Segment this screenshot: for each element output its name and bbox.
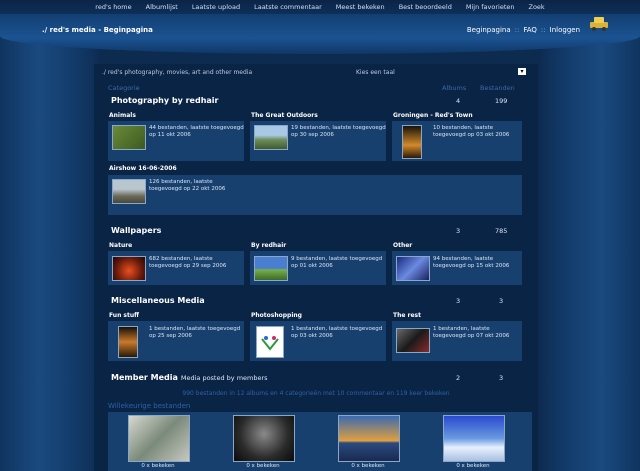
- language-select-label[interactable]: Kies een taal: [356, 69, 395, 76]
- category-name-fun-stuff[interactable]: Fun stuff: [109, 312, 139, 319]
- section-title-text: Photography by redhair: [111, 96, 219, 105]
- link-separator: ::: [514, 26, 520, 34]
- thumbnail-image[interactable]: [254, 125, 288, 150]
- chevron-down-icon[interactable]: ▾: [518, 68, 526, 75]
- category-info: 9 bestanden, laatste toegevoegd op 01 ok…: [291, 256, 383, 269]
- category-info: 1 bestanden, laatste toegevoegd op 25 se…: [149, 326, 241, 339]
- site-logo: [590, 17, 608, 31]
- thumbnail-image[interactable]: [112, 179, 146, 204]
- category-name-outdoors[interactable]: The Great Outdoors: [251, 112, 318, 119]
- gallery-caption: 0 x bekeken: [351, 463, 385, 469]
- gallery-caption: 0 x bekeken: [456, 463, 490, 469]
- nav-album-list[interactable]: Albumlijst: [146, 0, 178, 14]
- category-name-groningen[interactable]: Groningen - Red's Town: [393, 112, 473, 119]
- section-files-count: 3: [499, 374, 504, 382]
- nav-most-viewed[interactable]: Meest bekeken: [336, 0, 385, 14]
- section-albums-count: 3: [456, 297, 461, 305]
- thumbnail-image[interactable]: [112, 256, 146, 281]
- thumbnail-image[interactable]: [256, 326, 284, 358]
- gallery-caption: 0 x bekeken: [246, 463, 280, 469]
- section-albums-count: 3: [456, 227, 461, 235]
- section-title-wallpapers[interactable]: Wallpapers: [111, 226, 161, 235]
- stats-line: 990 bestanden in 12 albums en 4 categori…: [182, 390, 450, 397]
- breadcrumb-text[interactable]: ./ red's photography, movies, art and ot…: [102, 69, 252, 76]
- column-header-albums: Albums: [442, 84, 467, 92]
- breadcrumb: ./ red's photography, movies, art and ot…: [94, 67, 538, 77]
- gallery-thumbnail[interactable]: [338, 415, 400, 462]
- category-info: 19 bestanden, laatste toegevoegd op 30 s…: [291, 125, 386, 138]
- section-title-text: Member Media: [111, 373, 178, 382]
- nav-last-comments[interactable]: Laatste commentaar: [254, 0, 322, 14]
- category-info: 682 bestanden, laatste toegevoegd op 29 …: [149, 256, 227, 269]
- category-name-other[interactable]: Other: [393, 242, 412, 249]
- section-albums-count: 4: [456, 97, 461, 105]
- section-title-text: Wallpapers: [111, 226, 162, 235]
- top-nav: red's home Albumlijst Laatste upload Laa…: [0, 0, 640, 14]
- category-name-photoshopping[interactable]: Photoshopping: [251, 312, 302, 319]
- section-subtitle: Media posted by members: [180, 374, 268, 382]
- section-title-text: Miscellaneous Media: [111, 296, 205, 305]
- category-name-the-rest[interactable]: The rest: [393, 312, 421, 319]
- nav-last-upload[interactable]: Laatste upload: [192, 0, 240, 14]
- section-title-misc[interactable]: Miscellaneous Media: [111, 296, 205, 305]
- category-info: 126 bestanden, laatste toegevoegd op 22 …: [149, 179, 226, 192]
- category-name-airshow[interactable]: Airshow 16-06-2006: [109, 165, 177, 172]
- category-info: 10 bestanden, laatste toegevoegd op 03 o…: [433, 125, 510, 138]
- thumbnail-image[interactable]: [396, 256, 430, 281]
- link-login[interactable]: Inloggen: [550, 26, 580, 34]
- column-header-category: Categorie: [108, 84, 140, 92]
- nav-search[interactable]: Zoek: [529, 0, 545, 14]
- link-faq[interactable]: FAQ: [523, 26, 537, 34]
- thumbnail-image[interactable]: [118, 326, 138, 358]
- thumbnail-image[interactable]: [402, 125, 422, 159]
- category-info: 94 bestanden, laatste toegevoegd op 15 o…: [433, 256, 510, 269]
- category-name-by-redhair[interactable]: By redhair: [251, 242, 286, 249]
- random-files-title: Willekeurige bestanden: [108, 402, 191, 410]
- link-home[interactable]: Beginpagina: [467, 26, 511, 34]
- nav-favorites[interactable]: Mijn favorieten: [466, 0, 515, 14]
- thumbnail-image[interactable]: [112, 125, 146, 150]
- nav-top-rated[interactable]: Best beoordeeld: [399, 0, 452, 14]
- thumbnail-image[interactable]: [396, 328, 430, 353]
- column-header-files: Bestanden: [480, 84, 515, 92]
- nav-home[interactable]: red's home: [95, 0, 131, 14]
- link-separator: ::: [540, 26, 546, 34]
- header-banner: [0, 14, 640, 54]
- category-name-animals[interactable]: Animals: [109, 112, 136, 119]
- gallery-thumbnail[interactable]: [128, 415, 190, 462]
- section-albums-count: 2: [456, 374, 461, 382]
- category-name-nature[interactable]: Nature: [109, 242, 132, 249]
- section-files-count: 3: [499, 297, 504, 305]
- gallery-thumbnail[interactable]: [233, 415, 295, 462]
- abstract-logo-icon: [261, 336, 279, 351]
- section-files-count: 785: [495, 227, 508, 235]
- gallery-caption: 0 x bekeken: [141, 463, 175, 469]
- page-title: ./ red's media - Beginpagina: [42, 26, 153, 34]
- category-info: 44 bestanden, laatste toegevoegd op 11 o…: [149, 125, 244, 138]
- main-panel: ./ red's photography, movies, art and ot…: [94, 64, 538, 471]
- thumbnail-image[interactable]: [254, 256, 288, 281]
- category-info: 1 bestanden, laatste toegevoegd op 07 ok…: [433, 326, 510, 339]
- header-links: Beginpagina :: FAQ :: Inloggen: [467, 26, 580, 34]
- gallery-thumbnail[interactable]: [443, 415, 505, 462]
- section-title-photography[interactable]: Photography by redhair: [111, 96, 218, 105]
- section-title-member-media[interactable]: Member Media Media posted by members: [111, 373, 268, 382]
- category-info: 1 bestanden, laatste toegevoegd op 03 ok…: [291, 326, 383, 339]
- section-files-count: 199: [495, 97, 508, 105]
